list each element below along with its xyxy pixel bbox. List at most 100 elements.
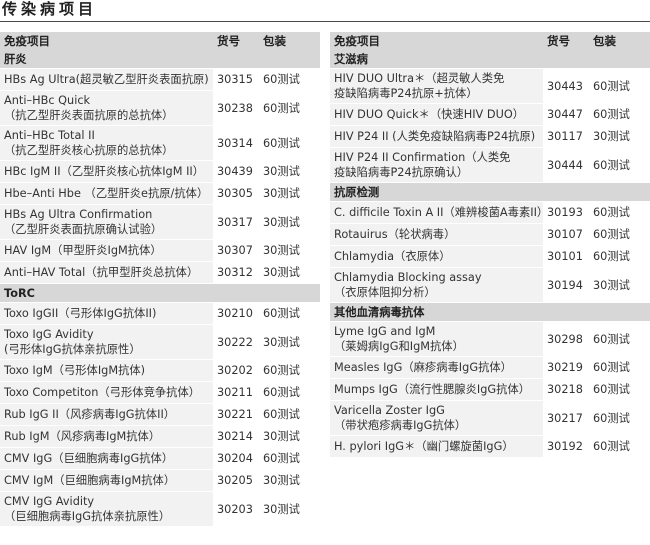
category-label: 肝炎: [0, 50, 320, 69]
product-pack: 60测试: [589, 223, 650, 246]
product-name: Lyme IgG and IgM （莱姆病IgG和IgM抗体）: [330, 321, 543, 357]
table-row: Toxo IgGII（弓形体IgG抗体II) 30210 60测试: [0, 302, 320, 325]
product-code: 30211: [213, 381, 259, 404]
product-code: 30314: [213, 125, 259, 161]
product-pack: 60测试: [589, 147, 650, 183]
product-name-line: HAV IgM（甲型肝炎IgM抗体）: [4, 244, 162, 257]
product-pack: 60测试: [259, 90, 320, 126]
product-name: Toxo IgM（弓形体IgM抗体): [0, 359, 213, 382]
product-name: Measles IgG（麻疹病毒IgG抗体）: [330, 356, 543, 379]
product-name-line: CMV IgM（巨细胞病毒IgM抗体）: [4, 474, 176, 487]
product-name: Hbe–Anti Hbe （乙型肝炎e抗原/抗体）: [0, 182, 213, 205]
product-pack: 30测试: [259, 160, 320, 183]
table-row: HIV P24 II (人类免疫缺陷病毒P24抗原) 30117 30测试: [330, 125, 650, 148]
product-name: Rotauirus（轮状病毒）: [330, 223, 543, 246]
product-name-line: （莱姆病IgG和IgM抗体）: [334, 340, 464, 353]
product-code: 30214: [213, 425, 259, 448]
product-code: 30447: [543, 103, 589, 126]
category-row: 其他血清病毒抗体: [330, 302, 650, 322]
table-row: H. pylori IgG＊（幽门螺旋菌IgG） 30192 60测试: [330, 435, 650, 458]
product-name: CMV IgM（巨细胞病毒IgM抗体）: [0, 469, 213, 492]
table-row: Rotauirus（轮状病毒） 30107 60测试: [330, 223, 650, 246]
table-row: Hbe–Anti Hbe （乙型肝炎e抗原/抗体） 30305 30测试: [0, 182, 320, 205]
product-name-line: （带状疱疹病毒IgG抗体）: [334, 419, 467, 432]
table-header: 免疫项目 货号 包装: [330, 32, 650, 50]
table-row: Anti–HBc Quick （抗乙型肝炎表面抗原的总抗体） 30238 60测试: [0, 90, 320, 126]
product-name-line: Measles IgG（麻疹病毒IgG抗体）: [334, 361, 512, 374]
product-code: 30117: [543, 125, 589, 148]
product-name-line: CMV IgG（巨细胞病毒IgG抗体）: [4, 452, 174, 465]
product-name-line: （衣原体阻抑分析）: [334, 286, 436, 299]
product-code: 30192: [543, 435, 589, 458]
product-name: HIV DUO Ultra＊（超灵敏人类免 疫缺陷病毒P24抗原+抗体）: [330, 68, 543, 104]
column-header-pack: 包装: [589, 32, 650, 50]
product-pack: 30测试: [259, 425, 320, 448]
table-row: Chlamydia（衣原体） 30101 60测试: [330, 245, 650, 268]
product-name: Anti–HBc Quick （抗乙型肝炎表面抗原的总抗体）: [0, 90, 213, 126]
product-name-line: Lyme IgG and IgM: [334, 325, 436, 338]
table-row: Toxo IgG Avidity (弓形体IgG抗体亲抗原性） 30222 30测试: [0, 324, 320, 360]
product-name: Toxo IgGII（弓形体IgG抗体II): [0, 302, 213, 325]
table-row: CMV IgM（巨细胞病毒IgM抗体） 30205 30测试: [0, 469, 320, 492]
product-pack: 60测试: [259, 447, 320, 470]
table-row: Varicella Zoster IgG （带状疱疹病毒IgG抗体） 30217 60…: [330, 400, 650, 436]
product-name-line: C. difficile Toxin A II（难辨梭菌A毒素II）: [334, 206, 543, 219]
product-name: Rub IgM（风疹病毒IgM抗体）: [0, 425, 213, 448]
product-name-line: （抗乙型肝炎核心抗原的总抗体）: [4, 144, 174, 157]
product-code: 30443: [543, 68, 589, 104]
product-pack: 60测试: [589, 435, 650, 458]
product-name-line: HIV DUO Quick＊（快速HIV DUO）: [334, 108, 525, 121]
product-pack: 60测试: [259, 125, 320, 161]
column-header-pack: 包装: [259, 32, 320, 50]
product-name: C. difficile Toxin A II（难辨梭菌A毒素II）: [330, 201, 543, 224]
product-name: Chlamydia（衣原体）: [330, 245, 543, 268]
product-pack: 30测试: [259, 324, 320, 360]
category-label: 艾滋病: [330, 50, 650, 69]
product-name: Chlamydia Blocking assay （衣原体阻抑分析）: [330, 267, 543, 303]
product-name-line: Toxo IgGII（弓形体IgG抗体II): [4, 307, 157, 320]
product-name-line: Chlamydia Blocking assay: [334, 271, 482, 284]
table-row: Mumps IgG（流行性腮腺炎IgG抗体） 30218 60测试: [330, 378, 650, 401]
product-code: 30222: [213, 324, 259, 360]
table-row: HIV P24 II Confirmation（人类免 疫缺陷病毒P24抗原确认）…: [330, 147, 650, 183]
product-pack: 60测试: [589, 321, 650, 357]
product-pack: 30测试: [259, 491, 320, 527]
table-row: HAV IgM（甲型肝炎IgM抗体） 30307 30测试: [0, 239, 320, 262]
page-title: 传染病项目: [2, 0, 98, 18]
product-code: 30312: [213, 261, 259, 284]
product-code: 30305: [213, 182, 259, 205]
table-row: CMV IgG（巨细胞病毒IgG抗体） 30204 60测试: [0, 447, 320, 470]
table-row: HBc IgM II（乙型肝炎核心抗体IgM II） 30439 30测试: [0, 160, 320, 183]
product-code: 30203: [213, 491, 259, 527]
product-code: 30315: [213, 68, 259, 91]
table-row: C. difficile Toxin A II（难辨梭菌A毒素II） 30193 6…: [330, 201, 650, 224]
product-name-line: Hbe–Anti Hbe （乙型肝炎e抗原/抗体）: [4, 187, 209, 200]
table-row: Toxo IgM（弓形体IgM抗体) 30202 60测试: [0, 359, 320, 382]
product-code: 30205: [213, 469, 259, 492]
product-name-line: Anti–HBc Total II: [4, 129, 95, 142]
product-pack: 60测试: [259, 359, 320, 382]
table-row: Rub IgM（风疹病毒IgM抗体） 30214 30测试: [0, 425, 320, 448]
category-row: 肝炎: [0, 50, 320, 69]
product-name-line: 疫缺陷病毒P24抗原+抗体）: [334, 87, 478, 100]
product-name-line: HIV P24 II Confirmation（人类免: [334, 151, 511, 164]
product-name: HIV DUO Quick＊（快速HIV DUO）: [330, 103, 543, 126]
title-divider: [0, 21, 650, 22]
product-name-line: HBs Ag Ultra(超灵敏乙型肝炎表面抗原): [4, 73, 209, 86]
product-pack: 60测试: [259, 68, 320, 91]
product-code: 30439: [213, 160, 259, 183]
product-pack: 60测试: [589, 103, 650, 126]
product-name-line: Anti–HBc Quick: [4, 94, 91, 107]
product-name-line: （抗乙型肝炎表面抗原的总抗体）: [4, 109, 174, 122]
product-name: Toxo IgG Avidity (弓形体IgG抗体亲抗原性）: [0, 324, 213, 360]
product-name: Rub IgG II（风疹病毒IgG抗体II）: [0, 403, 213, 426]
product-code: 30204: [213, 447, 259, 470]
product-name-line: Rub IgG II（风疹病毒IgG抗体II）: [4, 408, 176, 421]
table-header: 免疫项目 货号 包装: [0, 32, 320, 50]
product-code: 30193: [543, 201, 589, 224]
product-pack: 60测试: [589, 378, 650, 401]
product-code: 30238: [213, 90, 259, 126]
product-table-right: 免疫项目 货号 包装 艾滋病 HIV DUO Ultra＊（超灵敏人类免 疫缺陷病毒…: [330, 32, 650, 458]
table-row: Anti–HAV Total（抗甲型肝炎总抗体） 30312 30测试: [0, 261, 320, 284]
product-code: 30101: [543, 245, 589, 268]
